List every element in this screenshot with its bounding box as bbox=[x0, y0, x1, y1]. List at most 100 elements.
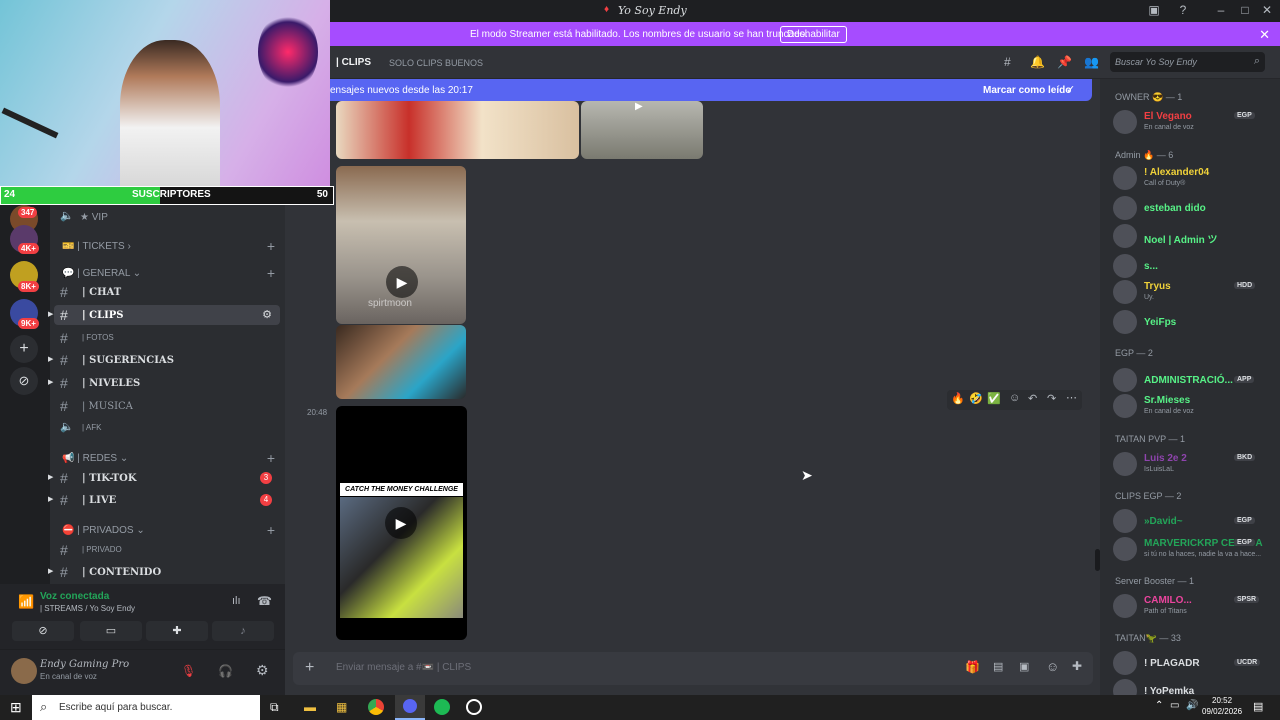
avatar[interactable] bbox=[11, 658, 37, 684]
channel-privado[interactable]: # | PRIVADO bbox=[54, 540, 280, 560]
mute-icon[interactable]: 🎙 bbox=[181, 664, 196, 678]
reaction-fire-icon[interactable]: 🔥 bbox=[951, 392, 965, 405]
member-item[interactable]: Tryus HDD Uy. bbox=[1113, 278, 1275, 306]
channel-vip[interactable]: 🔈 ★ VIP bbox=[54, 207, 280, 227]
clock-time[interactable]: 20:52 bbox=[1212, 696, 1232, 705]
add-server-icon[interactable]: + bbox=[10, 335, 38, 363]
category-privados[interactable]: ⛔ | PRIVADOS ⌄ bbox=[62, 525, 145, 536]
member-item[interactable]: ! Alexander04 Call of Duty® bbox=[1113, 164, 1275, 192]
notifications-icon[interactable]: ▤ bbox=[1253, 700, 1263, 713]
member-item[interactable]: ADMINISTRACIÓ... APP bbox=[1113, 366, 1275, 394]
clip-thumbnail[interactable]: ▶ bbox=[581, 101, 703, 159]
camera-button[interactable]: ⊘ bbox=[12, 621, 74, 641]
task-view-icon[interactable]: ⧉ bbox=[270, 700, 279, 715]
disconnect-icon[interactable]: ☎ bbox=[257, 594, 272, 608]
minimize-icon[interactable]: – bbox=[1212, 3, 1230, 19]
add-channel-icon[interactable]: + bbox=[267, 450, 275, 466]
file-explorer-icon[interactable]: ▬ bbox=[304, 700, 316, 714]
volume-icon[interactable]: 🔊 bbox=[1186, 700, 1198, 711]
settings-gear-icon[interactable]: ⚙ bbox=[262, 308, 272, 321]
channel-topic[interactable]: SOLO CLIPS BUENOS bbox=[389, 58, 483, 68]
search-input[interactable]: Buscar Yo Soy Endy ⌕ bbox=[1110, 52, 1265, 72]
bell-icon[interactable]: 🔔 bbox=[1030, 55, 1045, 69]
video-attachment[interactable]: CATCH THE MONEY CHALLENGE ▶ bbox=[336, 406, 467, 640]
obs-icon[interactable] bbox=[466, 699, 482, 715]
calculator-icon[interactable]: ▦ bbox=[336, 700, 347, 714]
video-attachment[interactable]: ▶ spirtmoon bbox=[336, 166, 466, 324]
member-item[interactable]: »David~ EGP bbox=[1113, 507, 1275, 535]
play-icon[interactable]: ▶ bbox=[385, 507, 417, 539]
voice-status[interactable]: Voz conectada bbox=[40, 591, 109, 602]
member-item[interactable]: s... bbox=[1113, 252, 1275, 280]
maximize-icon[interactable]: □ bbox=[1236, 3, 1254, 19]
help-icon[interactable]: ? bbox=[1174, 3, 1192, 19]
channel-fotos[interactable]: # | FOTOS bbox=[54, 328, 280, 348]
reaction-laugh-icon[interactable]: 🤣 bbox=[969, 392, 983, 405]
screen-share-button[interactable]: ▭ bbox=[80, 621, 142, 641]
add-attachment-icon[interactable]: + bbox=[305, 659, 314, 677]
channel-tiktok[interactable]: ▶ # | TIK-TOK 3 bbox=[48, 468, 280, 488]
noise-suppression-icon[interactable]: ılı bbox=[232, 595, 241, 607]
user-name[interactable]: Endy Gaming Pro bbox=[40, 659, 129, 670]
emoji-icon[interactable]: ☺ bbox=[1046, 659, 1059, 674]
channel-chat[interactable]: # | CHAT bbox=[54, 282, 280, 302]
add-channel-icon[interactable]: + bbox=[267, 522, 275, 538]
play-icon[interactable]: ▶ bbox=[635, 101, 643, 112]
inbox-icon[interactable]: ▣ bbox=[1145, 3, 1163, 19]
member-item[interactable]: YeiFps bbox=[1113, 308, 1275, 336]
add-channel-icon[interactable]: + bbox=[267, 265, 275, 281]
close-banner-icon[interactable]: ✕ bbox=[1259, 27, 1270, 43]
mark-read-button[interactable]: Marcar como leído bbox=[983, 85, 1071, 96]
sticker-icon[interactable]: ▣ bbox=[1019, 660, 1029, 673]
new-messages-bar[interactable]: ensajes nuevos desde las 20:17 Marcar co… bbox=[330, 79, 1092, 101]
apps-icon[interactable]: ✚ bbox=[1072, 659, 1082, 673]
reaction-check-icon[interactable]: ✅ bbox=[987, 392, 1001, 405]
category-general[interactable]: 💬 | GENERAL ⌄ bbox=[62, 268, 141, 279]
more-icon[interactable]: ⋯ bbox=[1066, 391, 1077, 404]
category-tickets[interactable]: 🎫 | TICKETS › bbox=[62, 241, 131, 252]
play-icon[interactable]: ▶ bbox=[386, 266, 418, 298]
channel-live[interactable]: ▶ # | LIVE 4 bbox=[48, 490, 280, 510]
add-reaction-icon[interactable]: ☺ bbox=[1009, 392, 1020, 404]
channel-afk[interactable]: 🔈 | AFK bbox=[54, 418, 280, 438]
member-item[interactable]: Luis 2e 2 BKD IsLuisLaL bbox=[1113, 450, 1275, 478]
category-redes[interactable]: 📢 | REDES ⌄ bbox=[62, 453, 128, 464]
add-channel-icon[interactable]: + bbox=[267, 238, 275, 254]
member-item[interactable]: El Vegano EGP En canal de voz bbox=[1113, 108, 1275, 136]
chrome-icon[interactable] bbox=[368, 699, 384, 715]
video-preview[interactable] bbox=[336, 325, 466, 399]
tray-chevron-icon[interactable]: ⌃ bbox=[1155, 700, 1163, 711]
activities-button[interactable]: ✚ bbox=[146, 621, 208, 641]
spotify-icon[interactable] bbox=[434, 699, 450, 715]
member-item[interactable]: CAMILO... SPSR Path of Titans bbox=[1113, 592, 1275, 620]
member-item[interactable]: ! PLAGADR UCDR bbox=[1113, 649, 1275, 677]
gift-icon[interactable]: 🎁 bbox=[965, 660, 980, 674]
reply-icon[interactable]: ↶ bbox=[1028, 392, 1037, 405]
channel-sugerencias[interactable]: ▶ # | SUGERENCIAS bbox=[48, 350, 280, 370]
user-settings-icon[interactable]: ⚙ bbox=[256, 662, 269, 679]
member-item[interactable]: Noel | Admin ツ bbox=[1113, 222, 1275, 250]
gif-icon[interactable]: ▤ bbox=[993, 660, 1003, 673]
member-list-icon[interactable]: 👥 bbox=[1084, 55, 1099, 69]
close-window-icon[interactable]: ✕ bbox=[1258, 3, 1276, 19]
soundboard-button[interactable]: ♪ bbox=[212, 621, 274, 641]
member-item[interactable]: Sr.Mieses En canal de voz bbox=[1113, 392, 1275, 420]
disable-streamer-button[interactable]: Deshabilitar bbox=[780, 26, 847, 43]
windows-start-icon[interactable]: ⊞ bbox=[10, 699, 22, 716]
channel-contenido[interactable]: ▶ # | CONTENIDO bbox=[48, 562, 280, 582]
member-item[interactable]: MARVERICKRP CEPEDA EGP si tú no la haces, … bbox=[1113, 535, 1275, 563]
channel-musica[interactable]: # | MUSICA bbox=[54, 396, 280, 416]
channel-niveles[interactable]: ▶ # | NIVELES bbox=[48, 373, 280, 393]
message-input[interactable]: Enviar mensaje a #📼 | CLIPS bbox=[336, 662, 471, 673]
member-item[interactable]: esteban dido bbox=[1113, 194, 1275, 222]
explore-icon[interactable]: ⊘ bbox=[10, 367, 38, 395]
pin-icon[interactable]: 📌 bbox=[1057, 55, 1072, 69]
clip-thumbnail[interactable] bbox=[336, 101, 579, 159]
deafen-icon[interactable]: 🎧 bbox=[218, 664, 233, 678]
voice-channel[interactable]: | STREAMS / Yo Soy Endy bbox=[40, 604, 135, 613]
channel-clips[interactable]: ▶ # | CLIPS ⚙ bbox=[48, 305, 280, 325]
taskbar-search[interactable]: ⌕ Escribe aquí para buscar. bbox=[32, 695, 260, 720]
forward-icon[interactable]: ↷ bbox=[1047, 392, 1056, 405]
discord-taskbar-button[interactable] bbox=[395, 695, 425, 720]
clock-date[interactable]: 09/02/2026 bbox=[1202, 707, 1242, 716]
